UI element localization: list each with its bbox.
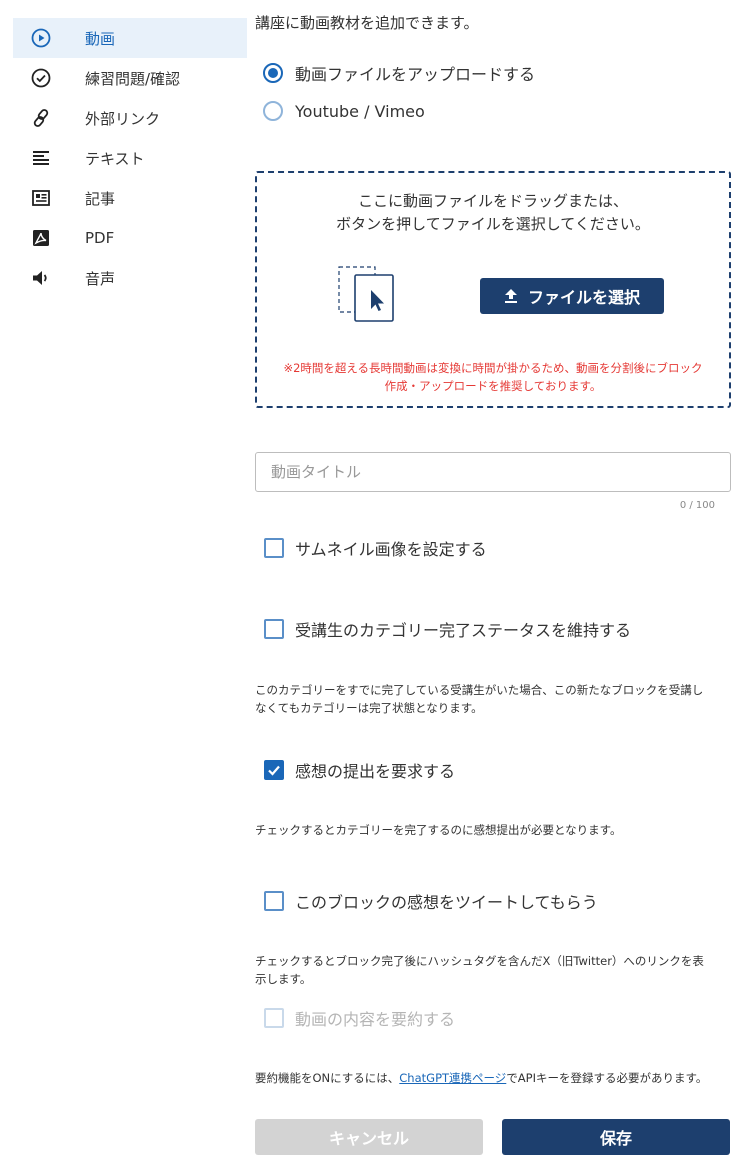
keep-status-checkbox-row[interactable]: 受講生のカテゴリー完了ステータスを維持する	[264, 617, 631, 641]
dropzone-instructions: ここに動画ファイルをドラッグまたは、 ボタンを押してファイルを選択してください。	[257, 190, 729, 236]
sidebar-item-quiz[interactable]: 練習問題/確認	[13, 58, 247, 98]
summary-checkbox-row: 動画の内容を要約する	[264, 1006, 455, 1030]
tweet-label: このブロックの感想をツイートしてもらう	[295, 893, 598, 912]
drag-file-icon	[337, 265, 397, 325]
article-icon	[29, 186, 53, 210]
radio-upload-file[interactable]: 動画ファイルをアップロードする	[263, 61, 535, 85]
sidebar-item-label: 音声	[85, 269, 116, 288]
summary-help: 要約機能をONにするには、ChatGPT連携ページでAPIキーを登録する必要があ…	[255, 1069, 731, 1087]
keep-status-label: 受講生のカテゴリー完了ステータスを維持する	[295, 621, 632, 640]
choose-file-button[interactable]: ファイルを選択	[480, 278, 664, 314]
sidebar-item-label: 動画	[85, 29, 116, 48]
speaker-icon	[29, 266, 53, 290]
sidebar-item-label: 記事	[85, 189, 116, 208]
tweet-checkbox-row[interactable]: このブロックの感想をツイートしてもらう	[264, 889, 598, 913]
help-line: 示します。	[255, 972, 312, 986]
feedback-checkbox-row[interactable]: 感想の提出を要求する	[264, 758, 455, 782]
sidebar-item-text[interactable]: テキスト	[13, 138, 247, 178]
tweet-checkbox[interactable]	[264, 891, 284, 911]
help-line: なくてもカテゴリーは完了状態となります。	[255, 701, 483, 715]
check-circle-icon	[29, 66, 53, 90]
radio-button[interactable]	[263, 101, 283, 121]
file-dropzone[interactable]: ここに動画ファイルをドラッグまたは、 ボタンを押してファイルを選択してください。…	[255, 171, 731, 408]
help-line: このカテゴリーをすでに完了している受講生がいた場合、この新たなブロックを受講し	[255, 683, 704, 697]
long-video-warning: ※2時間を超える長時間動画は変換に時間が掛かるため、動画を分割後にブロック 作成…	[257, 359, 729, 395]
sidebar-item-external-link[interactable]: 外部リンク	[13, 98, 247, 138]
dropzone-line-1: ここに動画ファイルをドラッグまたは、	[357, 192, 628, 210]
text-lines-icon	[29, 146, 53, 170]
checkmark-icon	[268, 765, 280, 776]
summary-checkbox-disabled	[264, 1008, 284, 1028]
block-type-sidebar: 動画 練習問題/確認 外部リンク テキスト 記事 PDF 音声	[13, 18, 247, 298]
save-button[interactable]: 保存	[502, 1119, 730, 1155]
thumbnail-checkbox[interactable]	[264, 538, 284, 558]
sidebar-item-label: 練習問題/確認	[85, 69, 181, 88]
help-line: チェックするとブロック完了後にハッシュタグを含んだX（旧Twitter）へのリン…	[255, 954, 704, 968]
sidebar-item-label: PDF	[85, 229, 115, 247]
thumbnail-checkbox-row[interactable]: サムネイル画像を設定する	[264, 536, 487, 560]
sidebar-item-video[interactable]: 動画	[13, 18, 247, 58]
sidebar-item-article[interactable]: 記事	[13, 178, 247, 218]
summary-help-prefix: 要約機能をONにするには、	[255, 1071, 400, 1085]
title-char-counter: 0 / 100	[679, 500, 715, 511]
cancel-button[interactable]: キャンセル	[255, 1119, 483, 1155]
tweet-help: チェックするとブロック完了後にハッシュタグを含んだX（旧Twitter）へのリン…	[255, 952, 731, 988]
sidebar-item-audio[interactable]: 音声	[13, 258, 247, 298]
summary-help-suffix: でAPIキーを登録する必要があります。	[506, 1071, 708, 1085]
sidebar-item-pdf[interactable]: PDF	[13, 218, 247, 258]
keep-status-checkbox[interactable]	[264, 619, 284, 639]
keep-status-help: このカテゴリーをすでに完了している受講生がいた場合、この新たなブロックを受講し …	[255, 681, 731, 717]
radio-youtube-vimeo[interactable]: Youtube / Vimeo	[263, 101, 425, 121]
video-title-input[interactable]	[255, 452, 731, 492]
intro-text: 講座に動画教材を追加できます。	[255, 14, 479, 32]
chatgpt-integration-link[interactable]: ChatGPT連携ページ	[399, 1071, 506, 1085]
dropzone-line-2: ボタンを押してファイルを選択してください。	[336, 215, 650, 233]
sidebar-item-label: テキスト	[85, 149, 145, 168]
thumbnail-label: サムネイル画像を設定する	[295, 540, 487, 559]
upload-icon	[504, 288, 518, 304]
choose-file-label: ファイルを選択	[527, 288, 640, 307]
warning-line-2: 作成・アップロードを推奨しております。	[384, 379, 602, 393]
link-icon	[29, 106, 53, 130]
sidebar-item-label: 外部リンク	[85, 109, 161, 128]
feedback-checkbox[interactable]	[264, 760, 284, 780]
summary-label: 動画の内容を要約する	[295, 1010, 456, 1029]
pdf-icon	[29, 226, 53, 250]
play-circle-icon	[29, 26, 53, 50]
warning-line-1: ※2時間を超える長時間動画は変換に時間が掛かるため、動画を分割後にブロック	[283, 361, 703, 375]
radio-label: 動画ファイルをアップロードする	[295, 65, 536, 84]
feedback-help: チェックするとカテゴリーを完了するのに感想提出が必要となります。	[255, 823, 622, 837]
radio-button-selected[interactable]	[263, 63, 283, 83]
radio-label: Youtube / Vimeo	[295, 101, 425, 121]
feedback-label: 感想の提出を要求する	[295, 762, 456, 781]
